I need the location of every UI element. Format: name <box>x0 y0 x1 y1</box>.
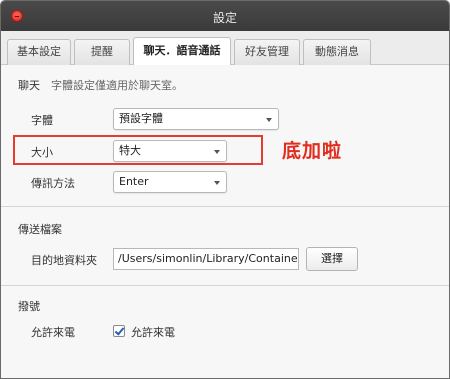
font-select[interactable]: 預設字體 <box>113 108 279 130</box>
section-divider <box>1 285 449 286</box>
send-method-label: 傳訊方法 <box>31 177 75 190</box>
window-title: 設定 <box>212 11 237 25</box>
send-method-select-value: Enter <box>119 175 149 188</box>
chevron-down-icon <box>266 118 272 122</box>
send-method-select[interactable]: Enter <box>113 171 227 193</box>
tab-news-feed[interactable]: 動態消息 <box>303 39 371 65</box>
allow-calls-label: 允許來電 <box>31 326 75 339</box>
size-label: 大小 <box>31 146 53 159</box>
size-select-value: 特大 <box>119 144 141 157</box>
allow-calls-checkbox[interactable] <box>113 325 125 337</box>
choose-folder-button[interactable]: 選擇 <box>306 247 358 271</box>
destination-folder-path[interactable]: /Users/simonlin/Library/Containers <box>113 248 299 270</box>
tab-notifications[interactable]: 提醒 <box>74 39 130 65</box>
chevron-down-icon <box>214 181 220 185</box>
settings-window: 設定 基本設定 提醒 聊天．語音通話 好友管理 動態消息 聊天 字體設定僅適用於… <box>0 0 450 379</box>
tab-basic-settings[interactable]: 基本設定 <box>7 39 71 65</box>
tab-chat-voice-calls[interactable]: 聊天．語音通話 <box>133 37 231 66</box>
settings-content: 聊天 字體設定僅適用於聊天室。 字體 預設字體 底加啦 大小 特大 傳訊方法 E… <box>1 65 449 378</box>
font-select-value: 預設字體 <box>119 112 163 125</box>
allow-calls-checkbox-label[interactable]: 允許來電 <box>131 324 175 340</box>
section-divider <box>1 206 449 207</box>
calls-section-heading: 撥號 <box>18 300 40 313</box>
chevron-down-icon <box>214 150 220 154</box>
title-bar: 設定 <box>1 1 449 31</box>
tab-friends-management[interactable]: 好友管理 <box>234 39 300 65</box>
tab-bar: 基本設定 提醒 聊天．語音通話 好友管理 動態消息 <box>1 31 449 66</box>
chat-section-hint: 字體設定僅適用於聊天室。 <box>51 79 183 92</box>
size-select[interactable]: 特大 <box>113 140 227 162</box>
font-label: 字體 <box>31 114 53 127</box>
destination-folder-label: 目的地資料夾 <box>31 254 97 267</box>
annotation-text: 底加啦 <box>282 140 343 162</box>
file-transfer-heading: 傳送檔案 <box>18 223 62 236</box>
chat-section-heading: 聊天 <box>18 79 40 92</box>
